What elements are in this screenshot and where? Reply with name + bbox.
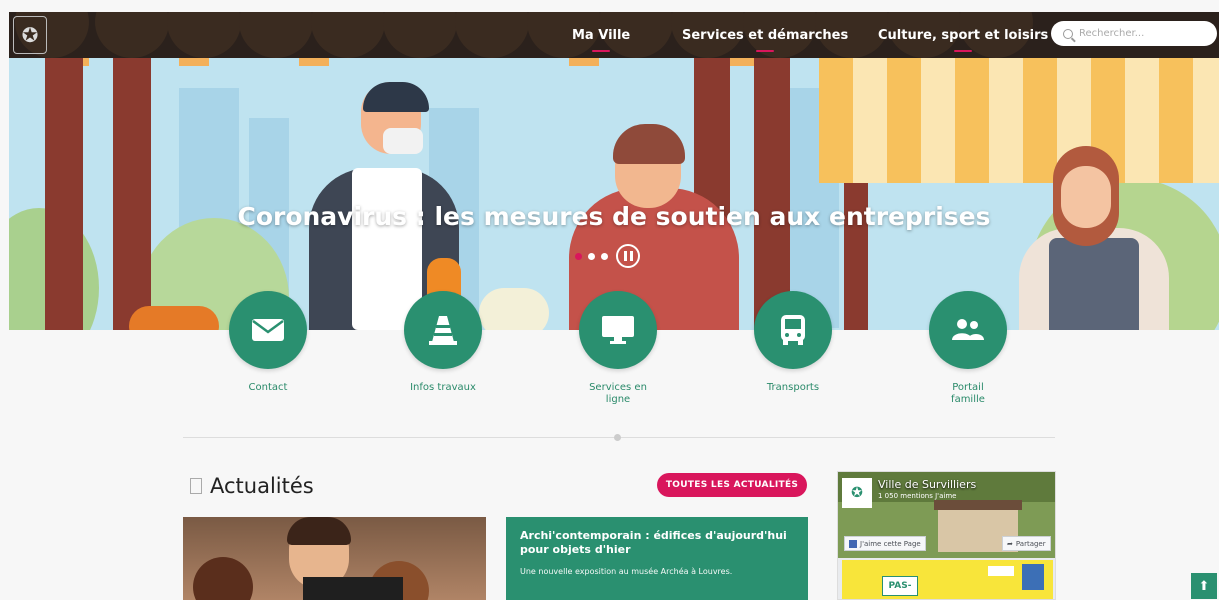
share-icon: ➦: [1007, 539, 1013, 548]
quick-link-label[interactable]: Transports: [733, 382, 853, 394]
facebook-likes-count: 1 050 mentions J'aime: [878, 492, 957, 500]
all-news-button[interactable]: TOUTES LES ACTUALITÉS: [657, 473, 807, 497]
pause-button[interactable]: [616, 244, 640, 268]
quick-link-services-en-ligne[interactable]: Services en ligne: [558, 291, 678, 406]
traffic-cone-icon[interactable]: [404, 291, 482, 369]
family-icon[interactable]: [929, 291, 1007, 369]
search-icon: [1063, 28, 1073, 39]
news-card[interactable]: Archi'contemporain : édifices d'aujourd'…: [506, 517, 808, 600]
carousel-indicators: [575, 244, 640, 268]
quick-link-contact[interactable]: Contact: [208, 291, 328, 394]
facebook-page-avatar[interactable]: ✪: [842, 478, 872, 508]
hero-carousel[interactable]: Coronavirus : les mesures de soutien aux…: [9, 58, 1219, 330]
nav-link-culture[interactable]: Culture, sport et loisirs: [878, 28, 1048, 43]
facebook-post-preview[interactable]: PAS-: [842, 560, 1053, 599]
quick-link-portail-famille[interactable]: Portail famille: [908, 291, 1028, 406]
quick-link-label[interactable]: Infos travaux: [383, 382, 503, 394]
carousel-dot-2[interactable]: [588, 252, 595, 260]
envelope-icon[interactable]: [229, 291, 307, 369]
carousel-dot-3[interactable]: [601, 252, 608, 260]
nav-item-culture[interactable]: Culture, sport et loisirs: [878, 12, 1048, 58]
pause-icon: [623, 251, 627, 261]
facebook-widget[interactable]: ✪ Ville de Survilliers 1 050 mentions J'…: [837, 471, 1056, 600]
facebook-post-text: PAS-: [882, 576, 918, 596]
news-photo[interactable]: [183, 517, 486, 600]
bus-icon[interactable]: [754, 291, 832, 369]
quick-links: Contact Infos travaux Services en ligne …: [0, 291, 1219, 421]
quick-link-label[interactable]: Services en ligne: [583, 382, 653, 406]
quick-link-travaux[interactable]: Infos travaux: [383, 291, 503, 394]
news-header: Actualités: [190, 474, 314, 498]
city-crest-icon[interactable]: ✪: [13, 16, 47, 54]
nav-link-ma-ville[interactable]: Ma Ville: [572, 28, 630, 43]
news-card-title[interactable]: Archi'contemporain : édifices d'aujourd'…: [520, 529, 794, 557]
news-section-title: Actualités: [210, 474, 314, 498]
quick-link-transports[interactable]: Transports: [733, 291, 853, 394]
quick-link-label[interactable]: Portail famille: [938, 382, 998, 406]
quick-link-label[interactable]: Contact: [208, 382, 328, 394]
search-box[interactable]: [1051, 21, 1217, 46]
carousel-dot-1[interactable]: [575, 252, 582, 260]
hero-title[interactable]: Coronavirus : les mesures de soutien aux…: [9, 202, 1219, 231]
top-navigation-bar: ✪ Ma Ville Services et démarches Culture…: [9, 12, 1219, 58]
facebook-share-label: Partager: [1015, 539, 1046, 548]
search-input[interactable]: [1079, 28, 1199, 39]
nav-link-services[interactable]: Services et démarches: [682, 28, 848, 43]
facebook-icon: [849, 539, 857, 548]
facebook-share-button[interactable]: ➦ Partager: [1002, 536, 1051, 551]
news-card-description: Une nouvelle exposition au musée Archéa …: [520, 567, 733, 576]
newspaper-icon: [190, 478, 202, 494]
monitor-icon[interactable]: [579, 291, 657, 369]
facebook-like-label: J'aime cette Page: [860, 539, 921, 548]
arrow-up-icon: ⬆: [1198, 578, 1210, 593]
nav-item-services[interactable]: Services et démarches: [682, 12, 848, 58]
nav-item-ma-ville[interactable]: Ma Ville: [572, 12, 630, 58]
facebook-page-name[interactable]: Ville de Survilliers: [878, 478, 976, 491]
back-to-top-button[interactable]: ⬆: [1191, 573, 1217, 599]
facebook-like-button[interactable]: J'aime cette Page: [844, 536, 926, 551]
divider-dot: [614, 434, 621, 441]
